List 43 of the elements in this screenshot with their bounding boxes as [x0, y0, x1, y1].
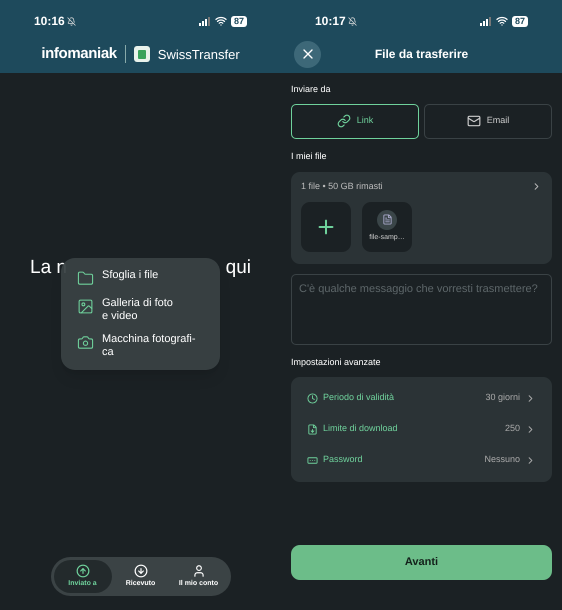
- send-method-option[interactable]: Email: [424, 104, 552, 138]
- section-label: I miei file: [291, 150, 328, 162]
- bell-off-icon: [66, 16, 76, 26]
- brand-logo-text: infomaniak: [41, 44, 117, 64]
- battery-level: 87: [512, 16, 528, 26]
- settings-row[interactable]: Periodo di validità 30 giorni: [307, 382, 536, 414]
- arrow-down-circle-icon: [134, 564, 148, 578]
- status-time: 10:17: [315, 13, 346, 30]
- app-name: SwissTransfer: [158, 46, 240, 64]
- message-field[interactable]: C'è qualche messaggio che vorresti trasmettere?: [291, 274, 552, 345]
- camera-icon: [77, 334, 94, 351]
- signal-icon: [480, 16, 492, 26]
- settings-row[interactable]: Limite di download 250: [307, 414, 536, 444]
- next-button[interactable]: Avanti: [291, 545, 552, 580]
- person-icon: [192, 564, 206, 578]
- clock-icon: [307, 392, 318, 404]
- status-time: 10:16: [34, 13, 65, 30]
- folder-icon: [77, 270, 94, 287]
- send-method-option[interactable]: Link: [291, 104, 419, 138]
- headline-text: La n: [30, 256, 67, 280]
- file-download-icon: [307, 424, 318, 434]
- menu-item[interactable]: Macchina fotografi- ca: [61, 328, 220, 364]
- files-summary: 1 file • 50 GB rimasti: [301, 180, 383, 193]
- arrow-up-circle-icon: [76, 564, 90, 578]
- app-logo-icon: [134, 46, 150, 62]
- envelope-icon: [466, 114, 481, 128]
- file-icon: [377, 210, 397, 230]
- section-label: Impostazioni avanzate: [291, 356, 382, 369]
- wifi-icon: [496, 15, 508, 27]
- link-icon: [336, 114, 351, 128]
- menu-item[interactable]: Galleria di foto e video: [61, 292, 220, 328]
- signal-icon: [198, 16, 211, 26]
- close-button[interactable]: [294, 40, 321, 68]
- screen-title: File da trasferire: [374, 46, 468, 63]
- battery-level: 87: [230, 16, 247, 26]
- add-file-button[interactable]: [301, 202, 351, 252]
- image-icon: [77, 298, 94, 315]
- headline-text: qui: [226, 256, 251, 280]
- wifi-icon: [214, 15, 227, 27]
- section-label: Inviare da: [291, 83, 332, 96]
- bell-off-icon: [348, 16, 357, 26]
- password-field-icon: [307, 454, 318, 466]
- settings-row[interactable]: Password Nessuno: [307, 444, 536, 476]
